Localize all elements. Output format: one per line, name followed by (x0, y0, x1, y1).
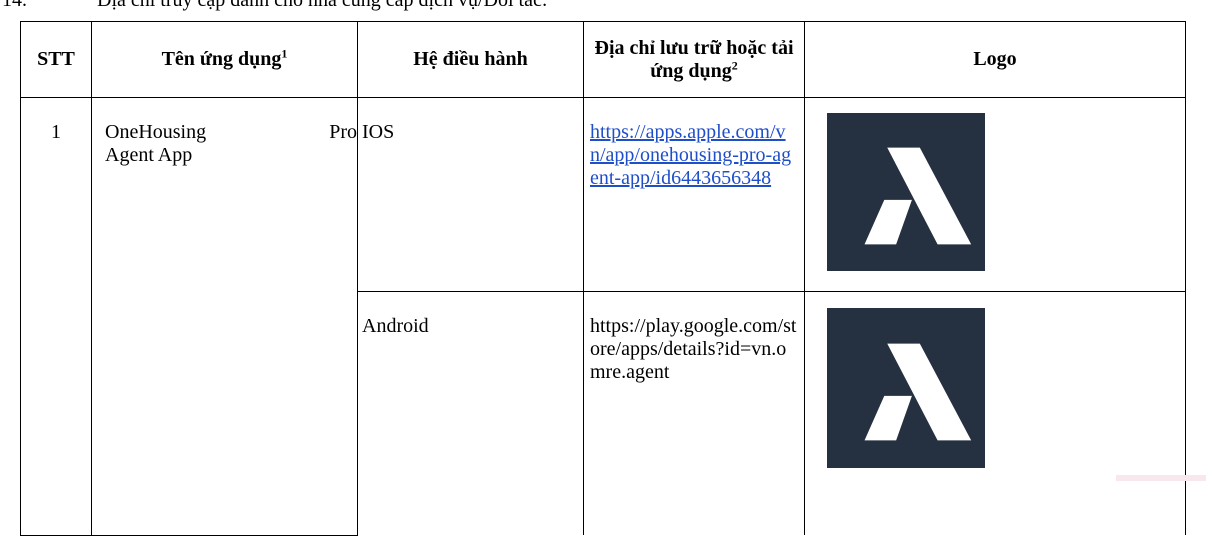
logo-mark (864, 147, 972, 245)
header-stt: STT (20, 21, 92, 98)
app-name-part1: OneHousing (105, 121, 207, 143)
page-mark (1116, 475, 1206, 481)
app-name-line2: Agent App (105, 144, 193, 166)
onehousing-logo-icon (827, 308, 985, 468)
app-store-link[interactable]: https://apps.apple.com/vn/app/onehousing… (590, 121, 791, 189)
header-app-name: Tên ứng dụng1 (91, 21, 358, 98)
play-store-url: https://play.google.com/store/apps/detai… (590, 315, 797, 383)
cell-stt: 1 (20, 97, 92, 536)
cell-url-ios: https://apps.apple.com/vn/app/onehousing… (583, 97, 805, 292)
footnote-ref-1: 1 (281, 46, 288, 61)
cell-os-android: Android (357, 291, 584, 535)
logo-mark (864, 343, 972, 441)
onehousing-logo-icon (827, 113, 985, 271)
cell-app-name: OneHousing Pro Agent App (91, 97, 358, 536)
cell-logo-android (804, 291, 1186, 535)
app-name-part2: Pro (329, 121, 357, 143)
footnote-ref-2: 2 (731, 57, 738, 72)
header-logo: Logo (804, 21, 1186, 98)
table-row: 1 OneHousing Pro Agent App IOS https://a… (20, 97, 1186, 536)
cell-logo-ios (804, 97, 1186, 292)
cell-url-android: https://play.google.com/store/apps/detai… (583, 291, 805, 535)
header-address: Địa chỉ lưu trữ hoặc tải ứng dụng2 (583, 21, 805, 98)
apps-table: STT Tên ứng dụng1 Hệ điều hành Địa chỉ l… (20, 21, 1186, 536)
header-os: Hệ điều hành (357, 21, 584, 98)
section-number: 14. (2, 0, 27, 11)
cell-os-ios: IOS (357, 97, 584, 292)
table-header-row: STT Tên ứng dụng1 Hệ điều hành Địa chỉ l… (20, 21, 1186, 98)
section-title: Địa chỉ truy cập dành cho nhà cung cấp d… (97, 0, 548, 11)
